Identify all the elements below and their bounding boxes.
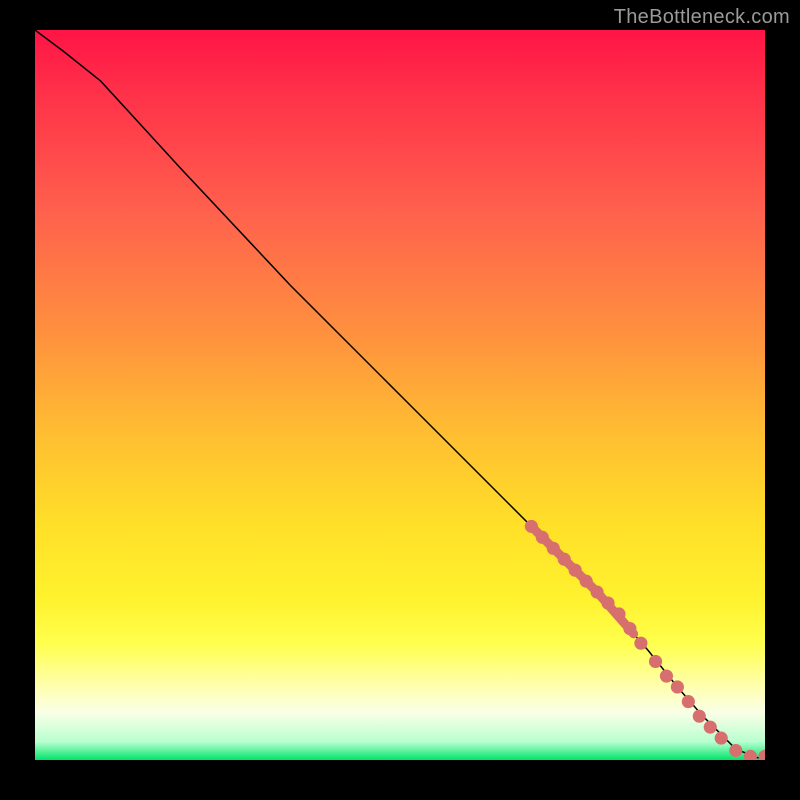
bottleneck-curve [35,30,765,758]
chart-frame: TheBottleneck.com [0,0,800,800]
highlight-dot [729,744,742,757]
highlight-dot [682,695,695,708]
highlight-dot [715,732,728,745]
highlight-dot [693,710,706,723]
chart-overlay [35,30,765,760]
highlight-dot [671,680,684,693]
highlight-dot [623,622,636,635]
attribution-text: TheBottleneck.com [614,6,790,29]
highlight-dot [547,542,560,555]
highlight-dot [649,655,662,668]
highlight-dot [580,575,593,588]
highlight-dot [704,721,717,734]
highlight-dot [558,553,571,566]
highlight-dot [660,669,673,682]
highlight-dot [591,586,604,599]
plot-area [35,30,765,760]
highlight-dot [536,531,549,544]
highlight-dot [744,750,757,760]
highlight-dot [525,520,538,533]
highlight-dot [634,637,647,650]
highlighted-points [525,520,765,760]
curve-group [35,30,765,760]
highlight-dot [612,607,625,620]
highlight-dot [758,750,765,760]
highlight-dot [569,564,582,577]
highlight-dot [601,596,614,609]
